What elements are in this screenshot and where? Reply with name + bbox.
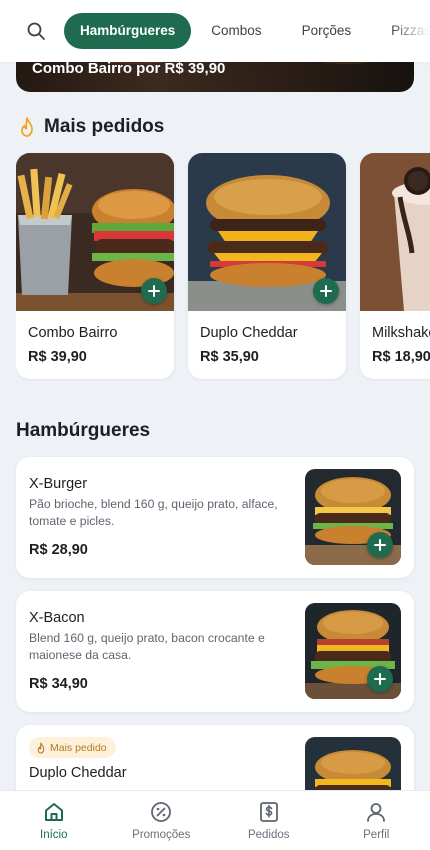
plus-icon	[148, 285, 160, 297]
popular-item-name: Combo Bairro	[28, 325, 118, 341]
plus-icon	[374, 539, 386, 551]
menu-item-description: Pão brioche, blend 160 g, queijo prato, …	[29, 497, 278, 528]
add-x-burger-button[interactable]	[367, 532, 393, 558]
plus-icon	[374, 673, 386, 685]
popular-item-price: R$ 18,90	[372, 349, 430, 365]
popular-carousel[interactable]: Combo Bairro R$ 39,90 Duplo Cheddar R$ 3…	[16, 153, 430, 381]
category-bar: Hambúrgueres Combos Porções Pizzas	[0, 0, 430, 62]
menu-item-price: R$ 34,90	[29, 676, 88, 692]
status-badge: Mais pedido	[29, 737, 116, 758]
nav-label: Pedidos	[247, 829, 290, 841]
tab-hamburgueres[interactable]: Hambúrgueres	[64, 13, 192, 49]
menu-item-name: Duplo Cheddar	[29, 765, 127, 781]
popular-item-name: Milkshake	[372, 325, 430, 341]
popular-card[interactable]: Combo Bairro R$ 39,90	[16, 153, 174, 379]
menu-item-description: Blend 160 g, queijo prato, bacon crocant…	[29, 631, 265, 662]
promo-banner-text: Combo Bairro por R$ 39,90	[32, 60, 226, 77]
popular-card[interactable]: Milkshake R$ 18,90	[360, 153, 430, 379]
burgers-section-title: Hambúrgueres	[16, 420, 150, 442]
tabs-fade	[390, 0, 430, 62]
menu-item-card[interactable]: X-Bacon Blend 160 g, queijo prato, bacon…	[16, 591, 414, 712]
popular-card[interactable]: Duplo Cheddar R$ 35,90	[188, 153, 346, 379]
popular-item-name: Duplo Cheddar	[200, 325, 298, 341]
menu-item-name: X-Burger	[29, 476, 88, 492]
user-icon	[367, 803, 386, 822]
add-duplo-cheddar-button[interactable]	[313, 278, 339, 304]
add-combo-bairro-button[interactable]	[141, 278, 167, 304]
popular-title-text: Mais pedidos	[44, 116, 165, 137]
search-icon	[27, 22, 45, 40]
popular-section-title: Mais pedidos	[18, 116, 164, 138]
nav-item-perfil[interactable]: Perfil	[323, 791, 430, 850]
nav-item-promocoes[interactable]: Promoções	[108, 791, 216, 850]
receipt-icon	[259, 802, 278, 822]
nav-item-inicio[interactable]: Início	[0, 791, 108, 850]
tab-combos[interactable]: Combos	[191, 13, 281, 49]
flame-icon	[37, 741, 45, 754]
plus-icon	[320, 285, 332, 297]
add-x-bacon-button[interactable]	[367, 666, 393, 692]
search-button[interactable]	[22, 17, 50, 45]
nav-label: Promoções	[132, 829, 191, 841]
bottom-nav: Início Promoções Pedidos Perfil	[0, 790, 430, 850]
status-badge-text: Mais pedido	[50, 741, 107, 754]
nav-label: Perfil	[363, 829, 390, 841]
menu-item-name: X-Bacon	[29, 610, 85, 626]
burgers-title-text: Hambúrgueres	[16, 420, 151, 441]
discount-icon	[151, 802, 172, 822]
tab-porcoes[interactable]: Porções	[282, 13, 372, 49]
milkshake-image	[360, 153, 430, 311]
menu-item-price: R$ 28,90	[29, 542, 88, 558]
nav-item-pedidos[interactable]: Pedidos	[215, 791, 323, 850]
home-icon	[44, 803, 63, 821]
category-tabs: Hambúrgueres Combos Porções Pizzas	[64, 13, 430, 49]
flame-icon	[21, 117, 33, 137]
popular-item-price: R$ 39,90	[28, 349, 87, 365]
menu-item-card[interactable]: X-Burger Pão brioche, blend 160 g, queij…	[16, 457, 414, 578]
nav-label: Início	[40, 829, 68, 841]
popular-item-price: R$ 35,90	[200, 349, 259, 365]
